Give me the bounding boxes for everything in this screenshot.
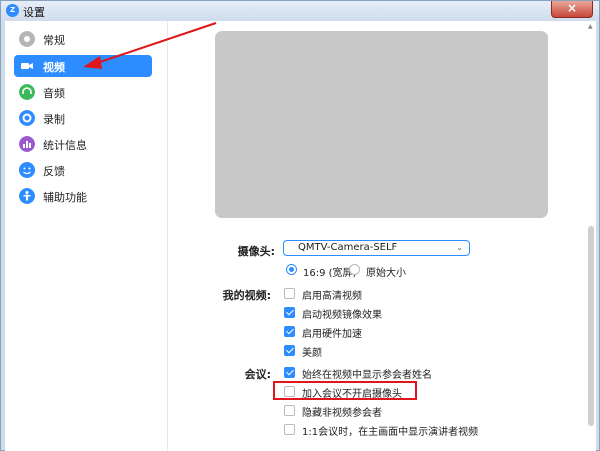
accessibility-icon xyxy=(19,188,35,204)
sidebar-item-feedback[interactable]: 反馈 xyxy=(14,159,152,181)
hd-video-label: 启用高清视频 xyxy=(302,291,362,302)
camera-icon xyxy=(21,63,33,69)
scrollbar[interactable]: ▲ xyxy=(587,21,595,451)
window-title: 设置 xyxy=(23,6,45,19)
camera-select[interactable]: QMTV-Camera-SELF ⌄ xyxy=(283,240,470,256)
sidebar-item-accessibility[interactable]: 辅助功能 xyxy=(14,185,152,207)
show-names-label: 始终在视频中显示参会者姓名 xyxy=(302,370,432,381)
hide-non-video-checkbox[interactable] xyxy=(284,405,295,416)
smile-icon xyxy=(19,162,35,178)
aspect-16-9-radio[interactable] xyxy=(286,264,297,275)
stats-icon xyxy=(19,136,35,152)
camera-label: 摄像头: xyxy=(237,245,275,258)
hide-non-video-label: 隐藏非视频参会者 xyxy=(302,408,382,419)
hardware-accel-label: 启用硬件加速 xyxy=(302,329,362,340)
zoom-logo-icon: Z xyxy=(6,4,19,17)
scroll-up-icon[interactable]: ▲ xyxy=(588,23,593,30)
sidebar-item-label: 反馈 xyxy=(43,165,65,178)
sidebar-item-label: 录制 xyxy=(43,113,65,126)
sidebar-item-label: 音频 xyxy=(43,87,65,100)
annotation-highlight-box xyxy=(273,381,417,400)
sidebar-item-label: 辅助功能 xyxy=(43,191,87,204)
settings-window: Z 设置 × 常规 视频 音频 录制 统计信息 反馈 辅助功能 摄像头: QMT… xyxy=(0,0,600,451)
sidebar-item-label: 统计信息 xyxy=(43,139,87,152)
scroll-thumb[interactable] xyxy=(588,226,594,426)
meeting-label: 会议: xyxy=(244,368,271,381)
show-names-checkbox[interactable] xyxy=(284,367,295,378)
chevron-down-icon: ⌄ xyxy=(456,243,463,252)
sidebar-item-general[interactable]: 常规 xyxy=(14,28,152,50)
speaker-video-label: 1:1会议时，在主画面中显示演讲者视频 xyxy=(302,427,479,438)
title-bar: Z 设置 × xyxy=(1,1,599,21)
my-video-label: 我的视频: xyxy=(222,289,271,302)
beauty-checkbox[interactable] xyxy=(284,345,295,356)
sidebar: 常规 视频 音频 录制 统计信息 反馈 辅助功能 xyxy=(5,21,168,451)
camera-select-value: QMTV-Camera-SELF xyxy=(298,242,398,253)
sidebar-item-label: 视频 xyxy=(43,61,65,74)
sidebar-item-stats[interactable]: 统计信息 xyxy=(14,133,152,155)
sidebar-item-video[interactable]: 视频 xyxy=(14,55,152,77)
camera-preview xyxy=(215,31,548,218)
gear-icon xyxy=(19,31,35,47)
hardware-accel-checkbox[interactable] xyxy=(284,326,295,337)
mirror-video-checkbox[interactable] xyxy=(284,307,295,318)
aspect-original-radio[interactable] xyxy=(349,264,360,275)
video-settings-panel: 摄像头: QMTV-Camera-SELF ⌄ 16:9 (宽屏) 原始大小 我… xyxy=(169,21,596,451)
sidebar-item-record[interactable]: 录制 xyxy=(14,107,152,129)
beauty-label: 美颜 xyxy=(302,348,322,359)
hd-video-checkbox[interactable] xyxy=(284,288,295,299)
close-button[interactable]: × xyxy=(551,1,593,18)
sidebar-item-label: 常规 xyxy=(43,34,65,47)
mirror-video-label: 启动视频镜像效果 xyxy=(302,310,382,321)
speaker-video-checkbox[interactable] xyxy=(284,424,295,435)
aspect-original-label: 原始大小 xyxy=(366,268,406,279)
headphones-icon xyxy=(19,84,35,100)
record-icon xyxy=(19,110,35,126)
sidebar-item-audio[interactable]: 音频 xyxy=(14,81,152,103)
window-client: 常规 视频 音频 录制 统计信息 反馈 辅助功能 摄像头: QMTV-Camer… xyxy=(5,21,596,451)
